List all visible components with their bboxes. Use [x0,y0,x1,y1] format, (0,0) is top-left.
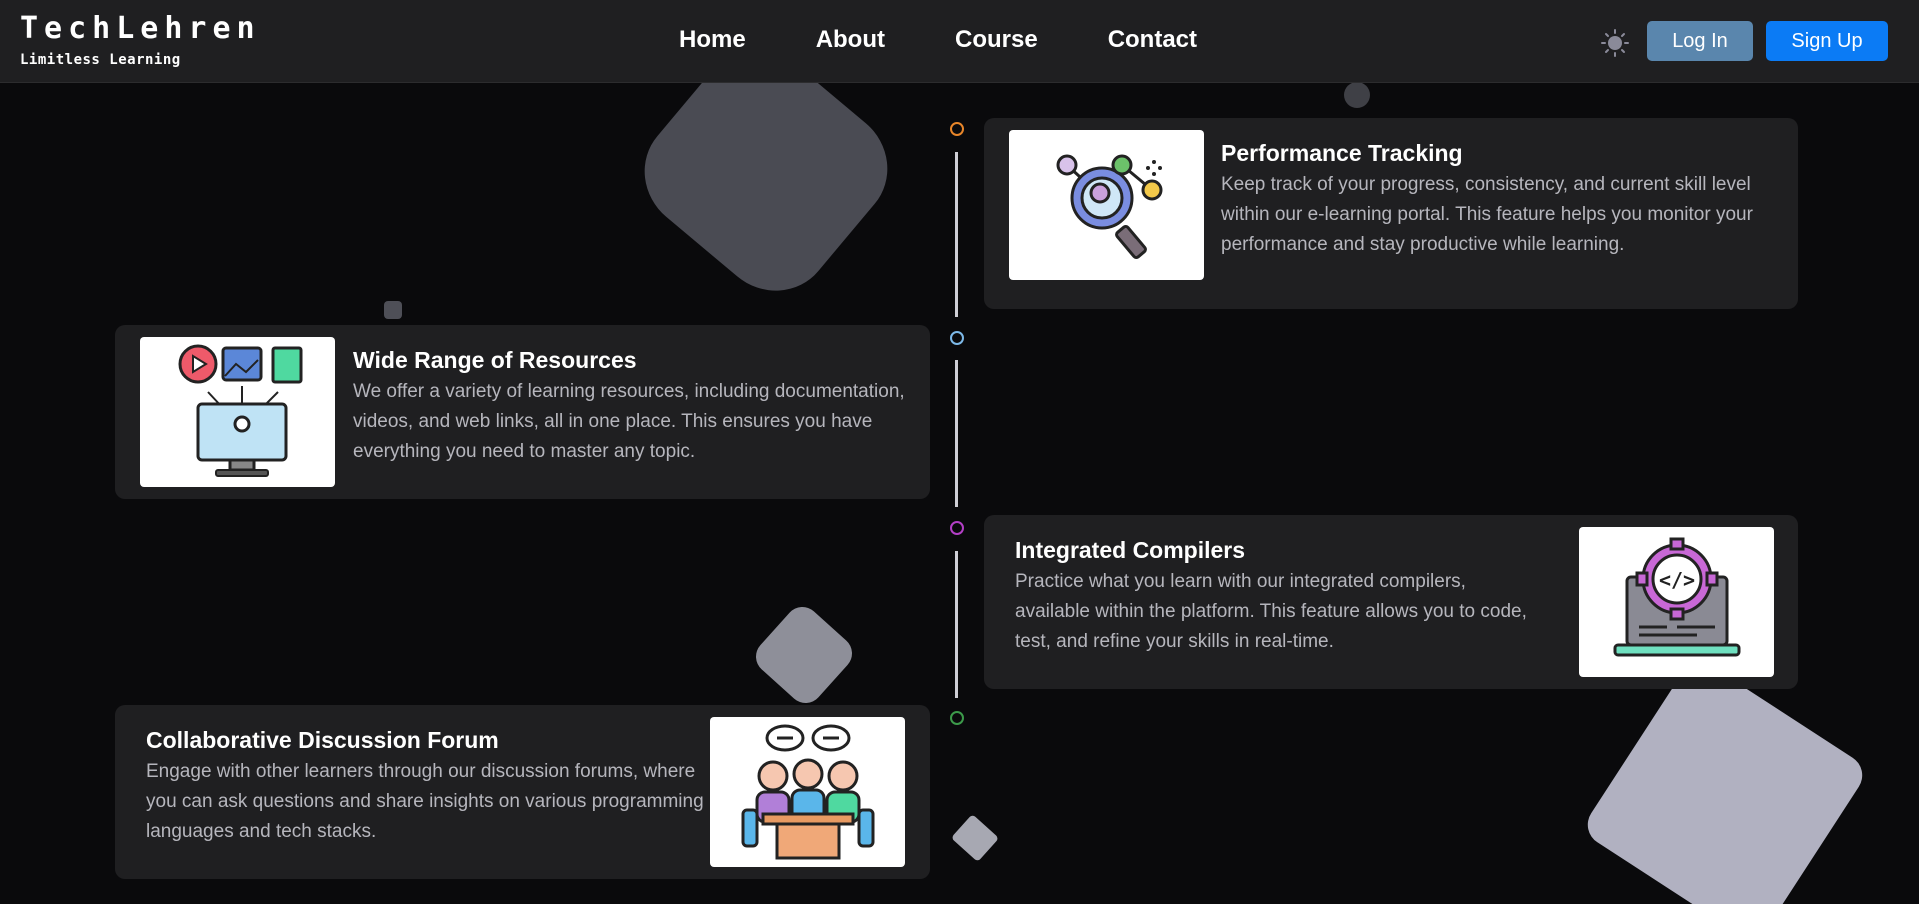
monitor-resources-icon [140,337,335,487]
feature-description: We offer a variety of learning resources… [353,381,905,462]
timeline-dot [950,122,964,136]
feature-description: Practice what you learn with our integra… [1015,571,1527,652]
feature-card-discussion-forum: Collaborative Discussion Forum Engage wi… [115,705,930,879]
svg-text:</>: </> [1658,568,1694,592]
brand-tagline: Limitless Learning [20,52,181,68]
login-button[interactable]: Log In [1647,21,1753,61]
timeline-dot [950,711,964,725]
nav-about-link[interactable]: About [816,26,885,54]
group-discussion-icon [710,717,905,867]
decorative-shape [748,599,860,711]
feature-title: Performance Tracking [1221,140,1463,166]
brand-title: TechLehren [20,11,261,46]
sun-icon[interactable] [1600,28,1630,58]
nav-course-link[interactable]: Course [955,26,1038,54]
feature-title: Integrated Compilers [1015,537,1246,563]
feature-title: Wide Range of Resources [353,347,637,373]
feature-description: Engage with other learners through our d… [146,761,704,842]
timeline-line [955,551,958,698]
decorative-shape [950,814,1000,862]
feature-card-performance-tracking: Performance Tracking Keep track of your … [984,118,1798,309]
decorative-shape [384,301,402,319]
laptop-code-gear-icon: </> [1579,527,1774,677]
nav-contact-link[interactable]: Contact [1108,26,1197,54]
timeline-dot [950,521,964,535]
navbar: TechLehren Limitless Learning Home About… [0,0,1919,83]
feature-description: Keep track of your progress, consistency… [1221,174,1753,255]
decorative-shape [1579,654,1871,904]
decorative-shape [1344,82,1370,108]
timeline-line [955,360,958,507]
brand-logo[interactable]: TechLehren Limitless Learning [20,11,261,69]
feature-card-resources: Wide Range of Resources We offer a varie… [115,325,930,499]
magnifier-analytics-icon [1009,130,1204,280]
feature-card-compilers: Integrated Compilers Practice what you l… [984,515,1798,689]
timeline-line [955,152,958,317]
feature-title: Collaborative Discussion Forum [146,727,499,753]
signup-button[interactable]: Sign Up [1766,21,1888,61]
nav-home-link[interactable]: Home [679,26,746,54]
timeline-dot [950,331,964,345]
main-nav: Home About Course Contact [679,26,1197,54]
